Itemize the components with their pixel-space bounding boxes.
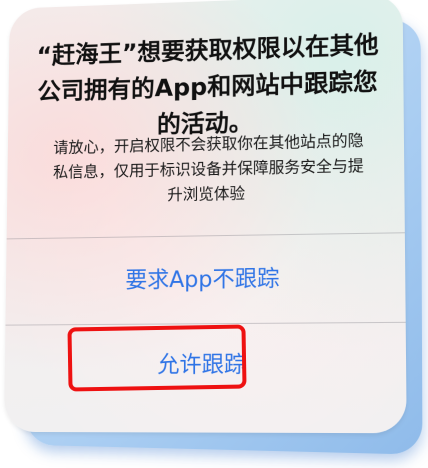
divider bbox=[5, 321, 406, 326]
dialog-message: 请放心，开启权限不会获取你在其他站点的隐私信息，仅用于标识设备并保障服务安全与提… bbox=[52, 131, 364, 204]
tracking-permission-dialog: “赶海王”想要获取权限以在其他公司拥有的App和网站中跟踪您的活动。 请放心，开… bbox=[4, 0, 407, 434]
divider bbox=[6, 232, 405, 240]
ask-not-to-track-button[interactable]: 要求App不跟踪 bbox=[6, 259, 406, 296]
screenshot-stage: “赶海王”想要获取权限以在其他公司拥有的App和网站中跟踪您的活动。 请放心，开… bbox=[0, 0, 428, 468]
allow-tracking-button[interactable]: 允许跟踪 bbox=[5, 346, 406, 380]
